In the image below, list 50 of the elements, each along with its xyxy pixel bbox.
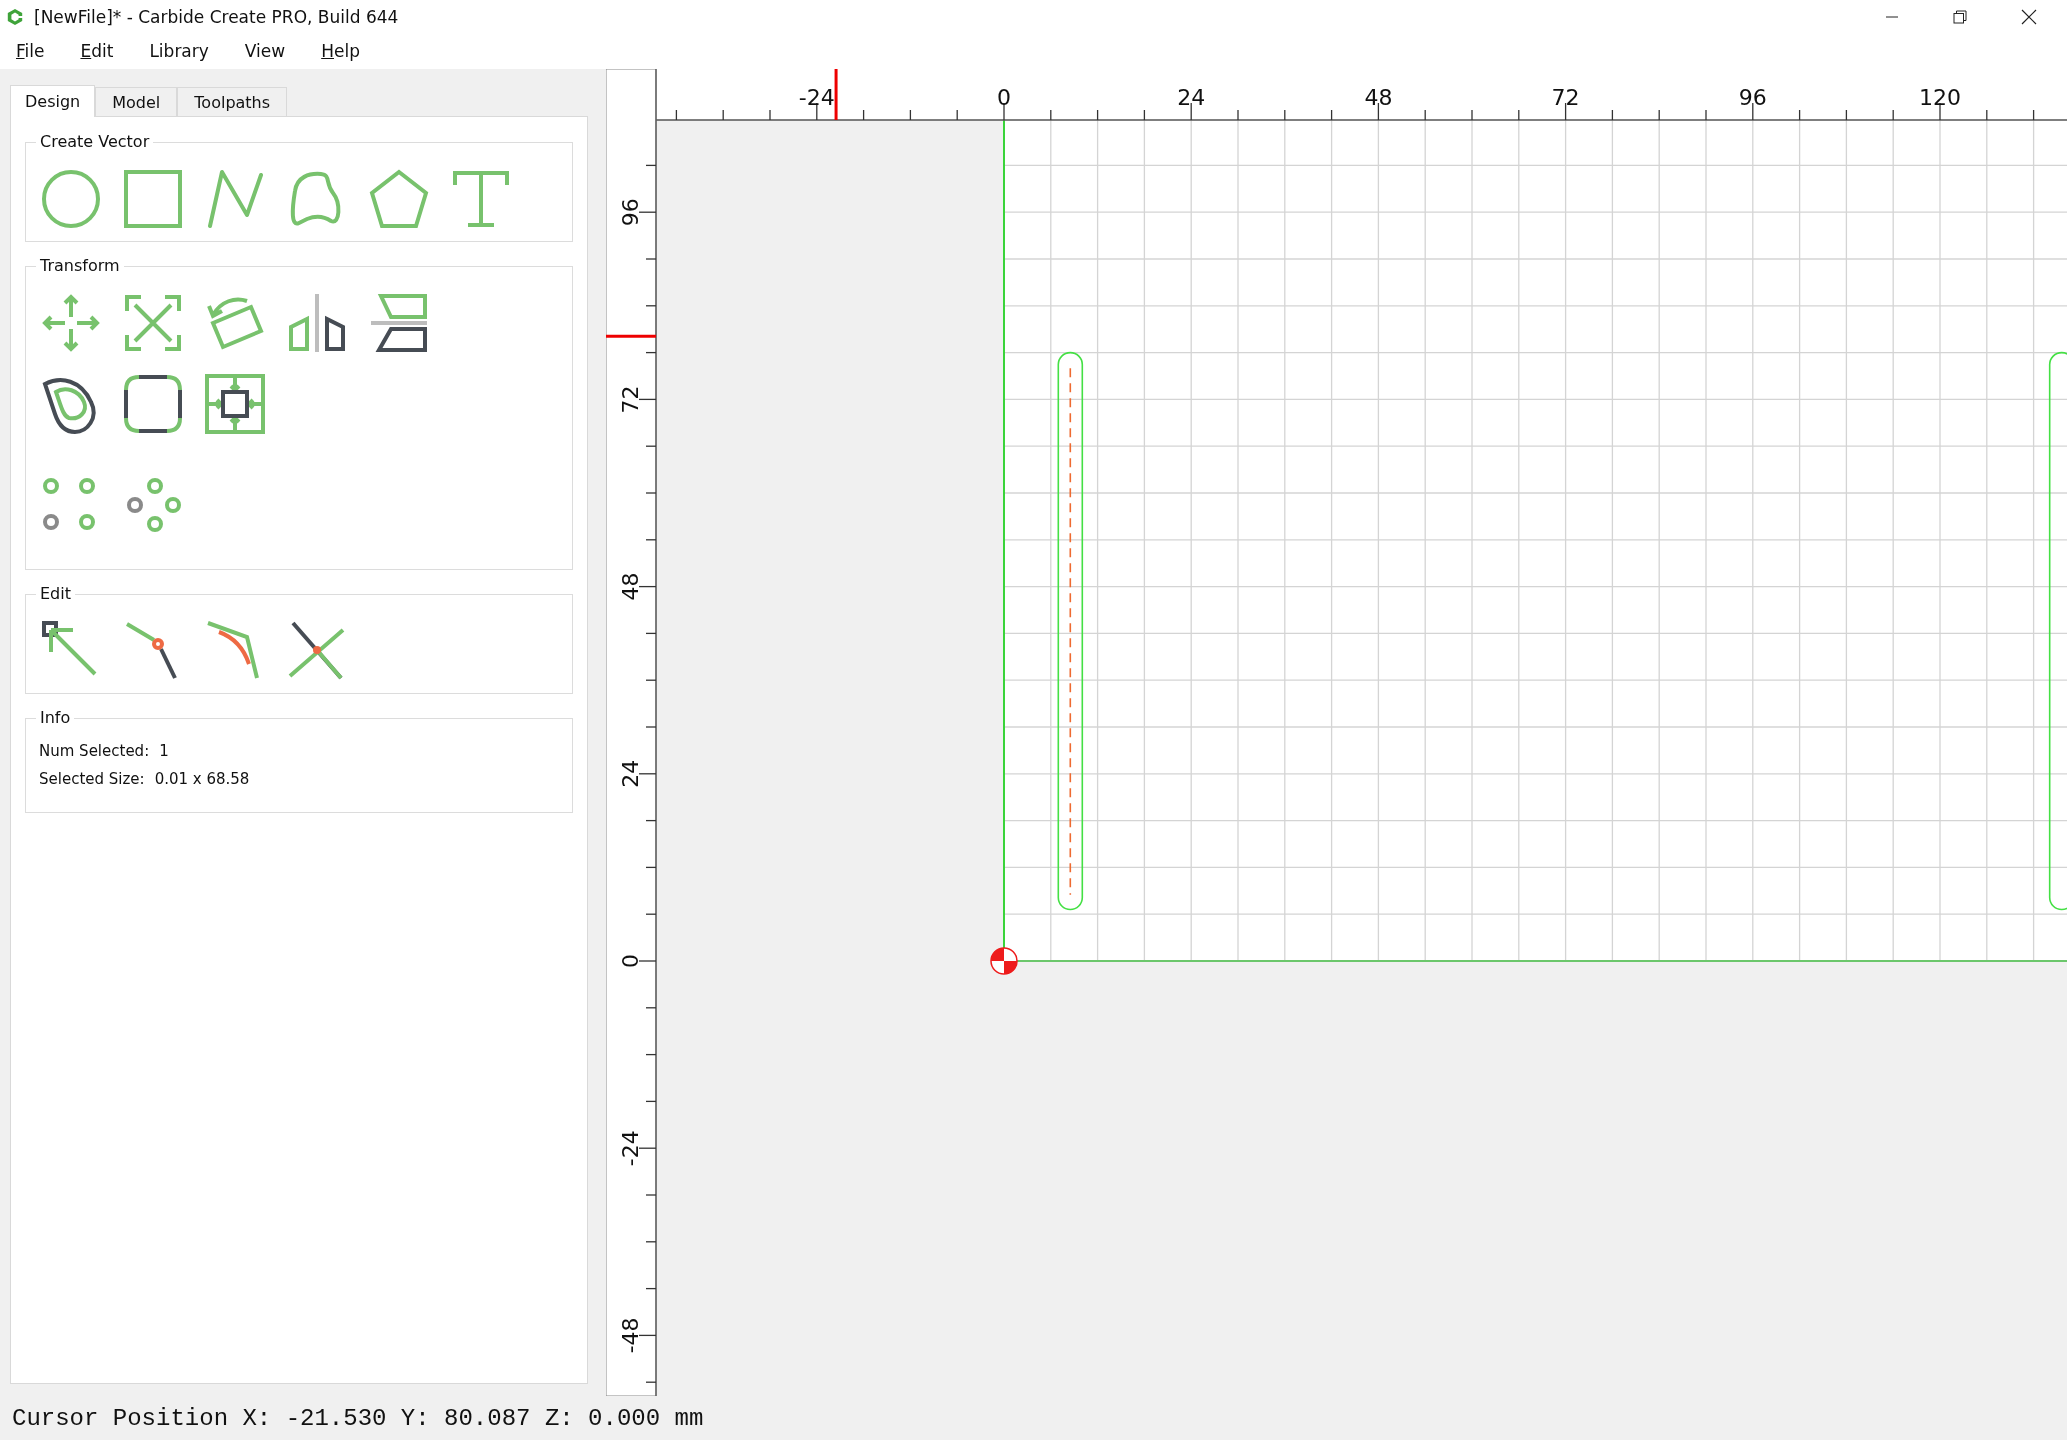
- zigzag-line-icon[interactable]: [205, 169, 265, 229]
- menu-item[interactable]: View: [234, 41, 296, 61]
- cursor-y-value: Y: 80.087: [400, 1404, 531, 1432]
- unit-label: mm: [674, 1404, 704, 1432]
- status-label: Cursor Position: [12, 1404, 229, 1432]
- ruler-label: 24: [617, 759, 643, 788]
- ruler-label: 72: [617, 385, 643, 414]
- ruler-label: 24: [1177, 85, 1206, 110]
- menu-item[interactable]: Edit: [70, 41, 124, 61]
- info-value: 1: [159, 741, 169, 761]
- ruler-label: 48: [1364, 85, 1393, 110]
- letter-t-icon[interactable]: [451, 169, 511, 229]
- rounded-corners-icon[interactable]: [123, 374, 183, 434]
- origin-marker-icon: [990, 947, 1018, 975]
- pentagon-icon[interactable]: [369, 169, 429, 229]
- cursor-marker: [606, 334, 656, 338]
- info-value: 0.01 x 68.58: [154, 769, 250, 789]
- panel-tab[interactable]: Design: [10, 85, 96, 117]
- ruler-label: 120: [1919, 85, 1961, 110]
- ruler-label: 96: [617, 198, 643, 227]
- scale-arrows-icon[interactable]: [123, 293, 183, 353]
- restore-icon[interactable]: [1953, 9, 1967, 24]
- flip-icon[interactable]: [369, 293, 429, 353]
- close-icon[interactable]: [2021, 8, 2037, 25]
- ruler-label: 72: [1551, 85, 1580, 110]
- info-label: Selected Size:: [39, 769, 145, 789]
- window-title: [NewFile]* - Carbide Create PRO, Build 644: [34, 6, 399, 27]
- ruler-label: -24: [798, 85, 835, 110]
- menu-item[interactable]: Library: [139, 41, 219, 61]
- circle-icon[interactable]: [41, 169, 101, 229]
- move-arrows-icon[interactable]: [41, 293, 101, 353]
- ruler-label: 0: [617, 954, 643, 968]
- panel-tab[interactable]: Toolpaths: [177, 87, 288, 116]
- align-center-icon[interactable]: [205, 374, 265, 434]
- ruler-label: -24: [617, 1130, 643, 1167]
- ruler-label: -48: [617, 1317, 643, 1354]
- cursor-z-value: Z: 0.000: [544, 1404, 661, 1432]
- ruler-label: 48: [617, 572, 643, 601]
- mirror-icon[interactable]: [287, 293, 347, 353]
- intersection-icon[interactable]: [287, 620, 347, 680]
- square-icon[interactable]: [123, 169, 183, 229]
- cursor-marker: [834, 69, 838, 120]
- menu-item[interactable]: Help: [311, 41, 370, 61]
- menu-item[interactable]: File: [6, 41, 55, 61]
- cursor-x-value: X: -21.530: [242, 1404, 387, 1432]
- ruler-label: 0: [997, 85, 1011, 110]
- ruler-label: 96: [1738, 85, 1767, 110]
- app-logo-icon: [6, 7, 24, 26]
- info-label: Num Selected:: [39, 741, 150, 761]
- panel-tab[interactable]: Model: [95, 87, 178, 116]
